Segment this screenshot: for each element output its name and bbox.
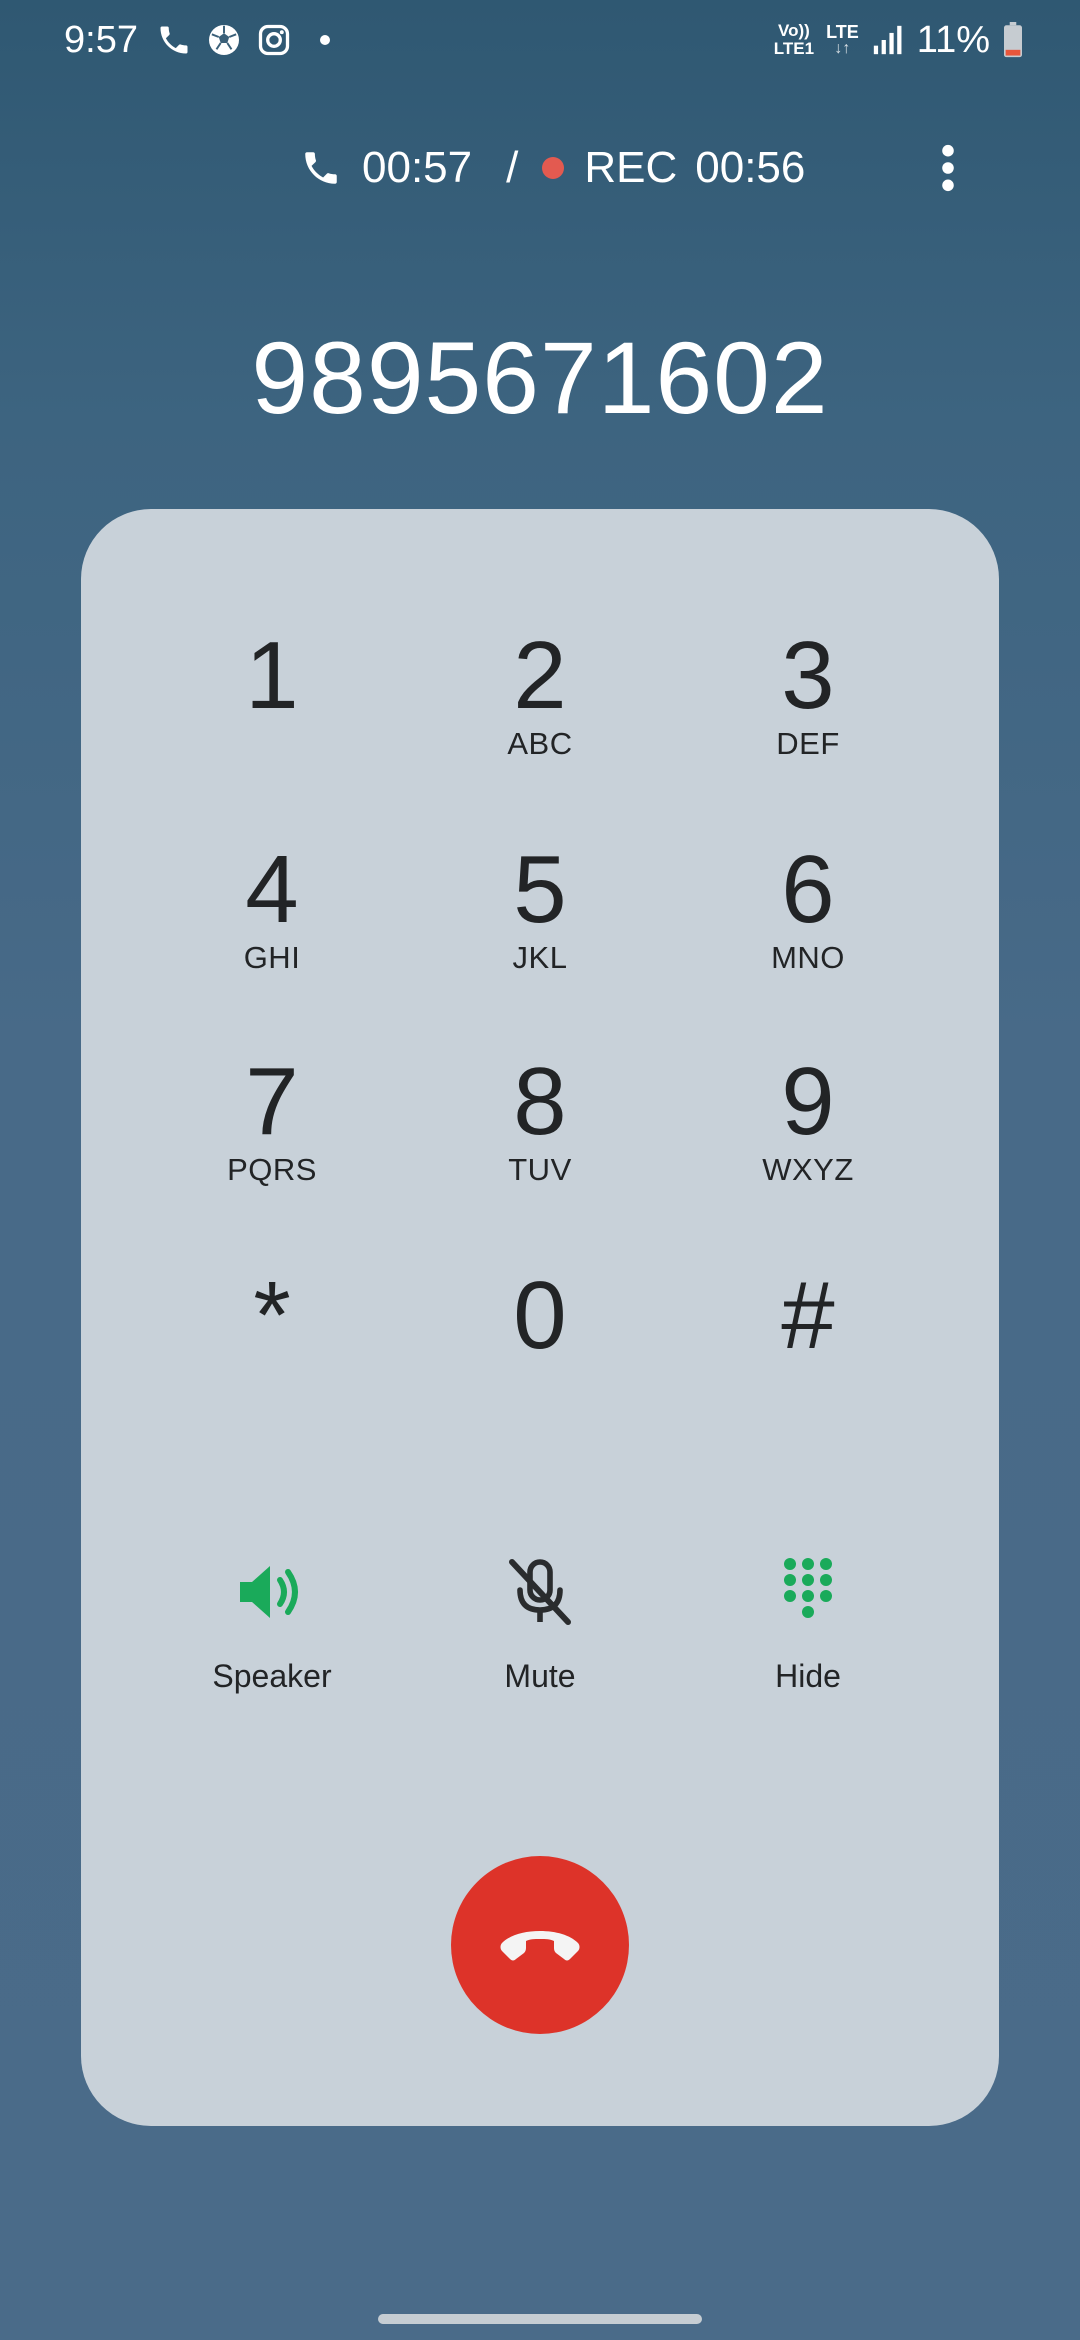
key-4[interactable]: 4 GHI <box>152 820 392 990</box>
end-call-button[interactable] <box>451 1856 629 2034</box>
rec-label: REC <box>584 143 678 192</box>
key-letters: MNO <box>771 940 845 975</box>
key-digit: 1 <box>245 622 299 729</box>
mute-label: Mute <box>504 1658 576 1694</box>
battery-percent: 11% <box>916 18 990 61</box>
key-letters: DEF <box>776 726 840 761</box>
status-right: Vo)) LTE1 LTE ↓↑ 11% <box>774 14 1024 66</box>
football-icon <box>206 22 242 58</box>
key-3[interactable]: 3 DEF <box>688 606 928 776</box>
dialpad-panel: 1 2 ABC 3 DEF 4 GHI 5 JKL 6 MNO 7 PQRS 8… <box>81 509 999 2126</box>
key-digit: 6 <box>781 836 835 943</box>
key-digit: 3 <box>781 622 835 729</box>
key-5[interactable]: 5 JKL <box>420 820 660 990</box>
key-2[interactable]: 2 ABC <box>420 606 660 776</box>
hide-dialpad-button[interactable]: Hide <box>688 1532 928 1712</box>
key-digit: # <box>781 1262 835 1369</box>
network-arrows: ↓↑ <box>834 40 851 57</box>
key-0[interactable]: 0 <box>420 1246 660 1416</box>
rec-duration: 00:56 <box>695 143 806 192</box>
key-letters: PQRS <box>227 1152 317 1187</box>
call-duration: 00:57 <box>362 143 473 192</box>
key-6[interactable]: 6 MNO <box>688 820 928 990</box>
volte-top: Vo)) <box>778 21 810 40</box>
dialpad-icon <box>768 1552 848 1632</box>
instagram-icon <box>256 22 292 58</box>
key-letters: ABC <box>507 726 573 761</box>
key-letters: JKL <box>512 940 568 975</box>
mute-button[interactable]: Mute <box>420 1532 660 1712</box>
key-8[interactable]: 8 TUV <box>420 1032 660 1202</box>
key-letters: WXYZ <box>762 1152 854 1187</box>
speaker-icon <box>232 1552 312 1632</box>
key-digit: 0 <box>513 1262 567 1369</box>
key-digit: * <box>253 1262 291 1369</box>
speaker-button[interactable]: Speaker <box>152 1532 392 1712</box>
key-star[interactable]: * <box>152 1246 392 1416</box>
key-letters: TUV <box>508 1152 572 1187</box>
key-digit: 4 <box>245 836 299 943</box>
end-call-icon <box>500 1931 580 1961</box>
volte-indicator: Vo)) LTE1 <box>774 22 814 58</box>
status-left: 9:57 <box>64 14 330 66</box>
key-digit: 8 <box>513 1048 567 1155</box>
call-phone-icon <box>300 147 342 189</box>
key-9[interactable]: 9 WXYZ <box>688 1032 928 1202</box>
key-1[interactable]: 1 <box>152 606 392 776</box>
network-indicator: LTE ↓↑ <box>826 23 859 57</box>
key-digit: 2 <box>513 622 567 729</box>
key-digit: 7 <box>245 1048 299 1155</box>
notification-dot-icon <box>319 35 330 45</box>
key-7[interactable]: 7 PQRS <box>152 1032 392 1202</box>
mic-off-icon <box>500 1552 580 1632</box>
phone-icon <box>156 22 192 58</box>
phone-number: 9895671602 <box>251 321 829 435</box>
key-hash[interactable]: # <box>688 1246 928 1416</box>
call-separator: / <box>506 143 519 192</box>
recording-dot-icon <box>542 157 565 179</box>
status-bar: 9:57 Vo)) LTE1 LTE ↓↑ 11% <box>0 0 1080 80</box>
key-digit: 9 <box>781 1048 835 1155</box>
call-info: 00:57 / REC 00:56 <box>300 140 805 196</box>
key-letters: GHI <box>243 940 301 975</box>
signal-icon <box>871 23 905 57</box>
more-options-button[interactable] <box>920 126 976 210</box>
volte-bottom: LTE1 <box>773 39 815 58</box>
battery-icon <box>1002 22 1024 58</box>
hide-label: Hide <box>775 1658 841 1694</box>
more-vertical-icon <box>942 144 954 192</box>
network-label: LTE <box>826 22 859 42</box>
gesture-bar[interactable] <box>378 2314 702 2324</box>
key-digit: 5 <box>513 836 567 943</box>
speaker-label: Speaker <box>212 1658 332 1694</box>
status-time: 9:57 <box>64 18 138 61</box>
